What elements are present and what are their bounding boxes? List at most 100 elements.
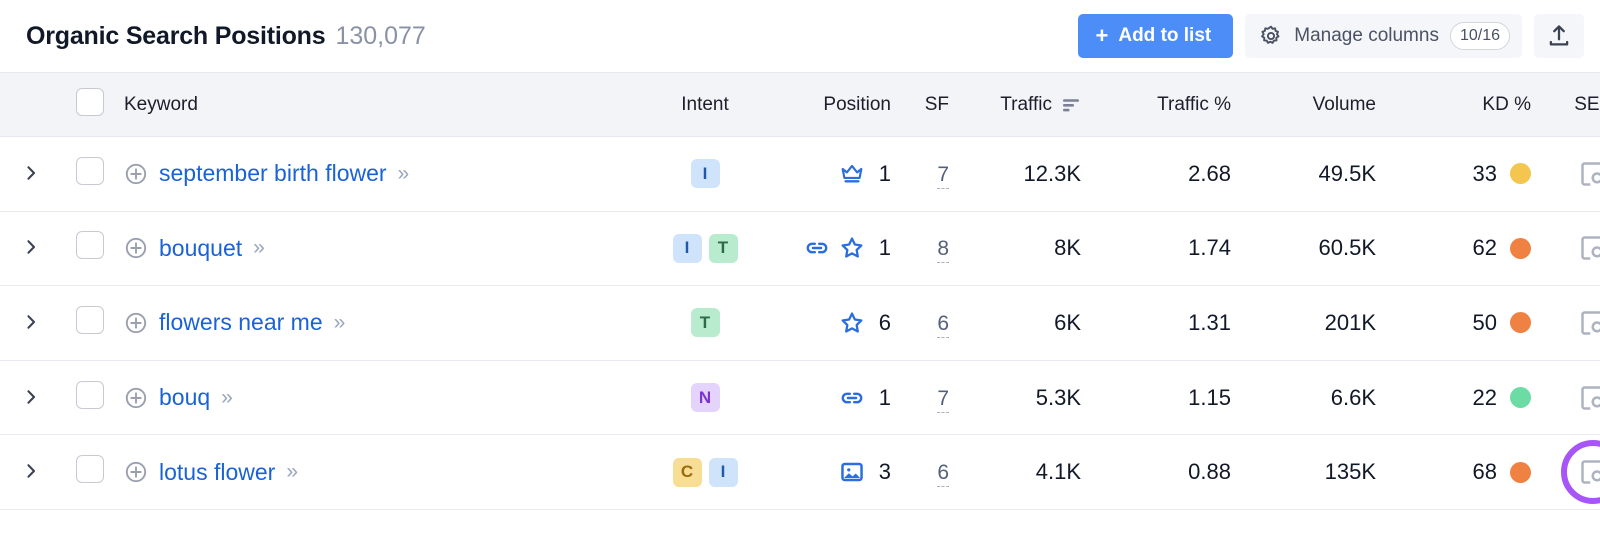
star-icon[interactable] <box>839 310 865 336</box>
add-keyword-icon[interactable] <box>124 311 148 335</box>
cell-expand[interactable] <box>0 136 62 212</box>
intent-badge-i[interactable]: I <box>708 457 738 487</box>
serp-preview-icon[interactable] <box>1578 383 1600 413</box>
keyword-expand-chevrons-icon[interactable]: » <box>286 460 298 484</box>
expand-row-toggle[interactable] <box>18 160 44 186</box>
cell-expand[interactable] <box>0 434 62 510</box>
row-checkbox[interactable] <box>76 231 104 260</box>
th-select-all[interactable] <box>62 72 110 137</box>
select-all-checkbox[interactable] <box>76 87 104 116</box>
serp-preview-icon[interactable] <box>1578 308 1600 338</box>
cell-keyword: bouquet » <box>110 211 650 287</box>
intent-badge-i[interactable]: I <box>690 159 720 189</box>
link-icon[interactable] <box>804 235 830 261</box>
expand-row-toggle[interactable] <box>18 309 44 335</box>
intent-badge-c[interactable]: C <box>672 457 702 487</box>
th-position[interactable]: Position <box>760 72 905 137</box>
table-row[interactable]: lotus flower » C I 3 6 4.1K 0.88 135K 68 <box>0 434 1600 510</box>
serp-preview-icon[interactable] <box>1578 233 1600 263</box>
image-icon[interactable] <box>839 459 865 485</box>
cell-volume: 6.6K <box>1245 360 1390 436</box>
sf-value[interactable]: 8 <box>937 237 949 264</box>
link-icon[interactable] <box>839 385 865 411</box>
serp-preview-icon[interactable] <box>1578 457 1600 487</box>
keyword-link[interactable]: lotus flower <box>159 459 275 486</box>
cell-select[interactable] <box>62 285 110 361</box>
keyword-expand-chevrons-icon[interactable]: » <box>253 236 265 260</box>
cell-select[interactable] <box>62 211 110 287</box>
star-icon[interactable] <box>839 235 865 261</box>
cell-intent: IT <box>650 211 760 287</box>
cell-traffic: 4.1K <box>963 434 1095 510</box>
table-row[interactable]: flowers near me » T 6 6 6K 1.31 201K 50 <box>0 285 1600 361</box>
cell-kd: 50 <box>1390 285 1545 361</box>
serp-preview-icon[interactable] <box>1578 159 1600 189</box>
cell-expand[interactable] <box>0 211 62 287</box>
manage-columns-button[interactable]: Manage columns 10/16 <box>1245 14 1522 58</box>
keyword-expand-chevrons-icon[interactable]: » <box>334 311 346 335</box>
expand-row-toggle[interactable] <box>18 384 44 410</box>
cell-select[interactable] <box>62 434 110 510</box>
th-volume[interactable]: Volume <box>1245 72 1390 137</box>
table-header-row: Keyword Intent Position SF Traffic Traff… <box>0 72 1600 137</box>
cell-sf: 8 <box>905 211 963 287</box>
th-serp[interactable]: SERP <box>1545 72 1600 137</box>
cell-sf: 6 <box>905 285 963 361</box>
cell-traffic-percent: 0.88 <box>1095 434 1245 510</box>
th-traffic-percent[interactable]: Traffic % <box>1095 72 1245 137</box>
cell-serp <box>1545 285 1600 361</box>
sf-value[interactable]: 6 <box>937 461 949 488</box>
intent-badge-i[interactable]: I <box>672 233 702 263</box>
crown-icon[interactable] <box>839 161 865 187</box>
table-row[interactable]: bouq » N 1 7 5.3K 1.15 6.6K 22 <box>0 360 1600 436</box>
cell-kd: 33 <box>1390 136 1545 212</box>
table-row[interactable]: september birth flower » I 1 7 12.3K 2.68 49.5K… <box>0 136 1600 212</box>
row-checkbox[interactable] <box>76 305 104 334</box>
add-to-list-label: Add to list <box>1118 25 1212 46</box>
cell-position: 1 <box>760 136 905 212</box>
cell-keyword: bouq » <box>110 360 650 436</box>
row-checkbox[interactable] <box>76 156 104 185</box>
cell-expand[interactable] <box>0 285 62 361</box>
th-sf[interactable]: SF <box>905 72 963 137</box>
add-keyword-icon[interactable] <box>124 162 148 186</box>
cell-select[interactable] <box>62 136 110 212</box>
sf-value[interactable]: 7 <box>937 162 949 189</box>
th-traffic[interactable]: Traffic <box>963 72 1095 137</box>
th-keyword[interactable]: Keyword <box>110 72 650 137</box>
expand-row-toggle[interactable] <box>18 234 44 260</box>
keyword-expand-chevrons-icon[interactable]: » <box>398 162 410 186</box>
page-title-count: 130,077 <box>335 21 426 50</box>
keyword-link[interactable]: september birth flower <box>159 160 387 187</box>
export-button[interactable] <box>1534 14 1584 58</box>
th-kd[interactable]: KD % <box>1390 72 1545 137</box>
cell-intent: N <box>650 360 760 436</box>
cell-select[interactable] <box>62 360 110 436</box>
sf-value[interactable]: 6 <box>937 311 949 338</box>
sf-value[interactable]: 7 <box>937 386 949 413</box>
cell-expand[interactable] <box>0 360 62 436</box>
row-checkbox[interactable] <box>76 380 104 409</box>
keyword-link[interactable]: bouquet <box>159 235 242 262</box>
keyword-expand-chevrons-icon[interactable]: » <box>221 386 233 410</box>
cell-position: 1 <box>760 211 905 287</box>
row-checkbox[interactable] <box>76 455 104 484</box>
cell-traffic: 12.3K <box>963 136 1095 212</box>
add-keyword-icon[interactable] <box>124 236 148 260</box>
cell-serp <box>1545 211 1600 287</box>
position-value: 1 <box>878 384 891 410</box>
add-keyword-icon[interactable] <box>124 386 148 410</box>
cell-traffic-percent: 1.74 <box>1095 211 1245 287</box>
keyword-link[interactable]: flowers near me <box>159 309 323 336</box>
add-keyword-icon[interactable] <box>124 460 148 484</box>
th-intent[interactable]: Intent <box>650 72 760 137</box>
cell-kd: 62 <box>1390 211 1545 287</box>
intent-badge-t[interactable]: T <box>708 233 738 263</box>
keyword-link[interactable]: bouq <box>159 384 210 411</box>
table-row[interactable]: bouquet » I T 1 8 8K 1.74 60.5K 62 <box>0 211 1600 287</box>
intent-badge-n[interactable]: N <box>690 383 720 413</box>
intent-badge-t[interactable]: T <box>690 308 720 338</box>
expand-row-toggle[interactable] <box>18 458 44 484</box>
add-to-list-button[interactable]: + Add to list <box>1077 14 1234 58</box>
cell-traffic-percent: 1.31 <box>1095 285 1245 361</box>
